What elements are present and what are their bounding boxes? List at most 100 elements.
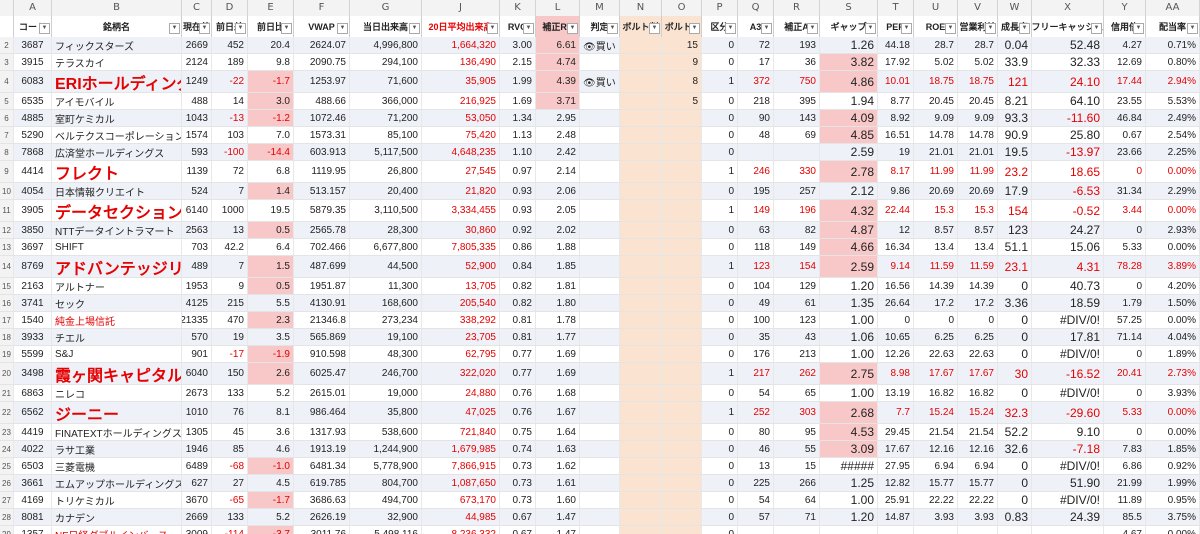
- cell-op[interactable]: 14.39: [958, 278, 998, 294]
- cell-pct[interactable]: 9.8: [248, 54, 294, 70]
- table-row[interactable]: 22 6562 ジーニー 1010 76 8.1 986.464 35,800 47,025 0.…: [0, 402, 1200, 424]
- table-row[interactable]: 12 3850 NTTデータイントラマート 2563 13 0.5 2565.78 28,30…: [0, 222, 1200, 239]
- cell-avg[interactable]: 136,490: [422, 54, 500, 70]
- cell-avg[interactable]: 673,170: [422, 492, 500, 508]
- cell-hosei[interactable]: 193: [774, 37, 820, 53]
- header-pct[interactable]: 前日比 ▼: [248, 16, 294, 37]
- cell-code[interactable]: 3498: [14, 363, 52, 384]
- cell-avg[interactable]: 7,866,915: [422, 458, 500, 474]
- cell-fcf[interactable]: 18.59: [1032, 295, 1104, 311]
- cell-per[interactable]: 8.17: [878, 161, 914, 182]
- cell-fcf[interactable]: -6.53: [1032, 183, 1104, 199]
- cell-diff[interactable]: 103: [212, 127, 248, 143]
- cell-code[interactable]: 3850: [14, 222, 52, 238]
- cell-vol[interactable]: 48,300: [350, 346, 422, 362]
- cell-growth[interactable]: 19.5: [998, 144, 1032, 160]
- column-letter-L[interactable]: L: [536, 0, 580, 16]
- cell-fcf[interactable]: #DIV/0!: [1032, 492, 1104, 508]
- filter-dropdown-icon[interactable]: ▼: [169, 23, 180, 34]
- cell-vol[interactable]: 5,778,900: [350, 458, 422, 474]
- cell-boltb[interactable]: [662, 256, 702, 277]
- cell-shin[interactable]: 0: [1104, 346, 1146, 362]
- cell-growth[interactable]: 23.2: [998, 161, 1032, 182]
- cell-op[interactable]: 20.45: [958, 93, 998, 109]
- cell-name[interactable]: FINATEXTホールディングス: [52, 424, 182, 440]
- cell-a3[interactable]: 54: [738, 492, 774, 508]
- cell-growth[interactable]: 0: [998, 385, 1032, 401]
- cell-rvo[interactable]: 0.84: [500, 256, 536, 277]
- cell-boltb[interactable]: [662, 346, 702, 362]
- cell-rvo[interactable]: 3.00: [500, 37, 536, 53]
- header-boltb[interactable]: ボルトB ▼: [662, 16, 702, 37]
- cell-boltb[interactable]: [662, 526, 702, 534]
- cell-vwap[interactable]: 1317.93: [294, 424, 350, 440]
- cell-name[interactable]: 室町ケミカル: [52, 110, 182, 126]
- cell-avg[interactable]: 322,020: [422, 363, 500, 384]
- cell-fcf[interactable]: [1032, 526, 1104, 534]
- cell-kubun[interactable]: 0: [702, 127, 738, 143]
- cell-avg[interactable]: 1,087,650: [422, 475, 500, 491]
- cell-op[interactable]: 9.09: [958, 110, 998, 126]
- cell-shin[interactable]: 7.83: [1104, 441, 1146, 457]
- cell-price[interactable]: 1139: [182, 161, 212, 182]
- cell-pct[interactable]: 5.2: [248, 509, 294, 525]
- cell-growth[interactable]: 3.36: [998, 295, 1032, 311]
- cell-price[interactable]: 1305: [182, 424, 212, 440]
- cell-vwap[interactable]: 5879.35: [294, 200, 350, 221]
- cell-div[interactable]: 0.00%: [1146, 402, 1200, 423]
- cell-avg[interactable]: 24,880: [422, 385, 500, 401]
- cell-vol[interactable]: 366,000: [350, 93, 422, 109]
- cell-op[interactable]: 21.01: [958, 144, 998, 160]
- cell-rv[interactable]: 1.77: [536, 329, 580, 345]
- cell-op[interactable]: 5.02: [958, 54, 998, 70]
- cell-growth[interactable]: 8.21: [998, 93, 1032, 109]
- cell-avg[interactable]: 52,900: [422, 256, 500, 277]
- cell-op[interactable]: 3.93: [958, 509, 998, 525]
- cell-avg[interactable]: 1,664,320: [422, 37, 500, 53]
- column-letter-J[interactable]: J: [422, 0, 500, 16]
- cell-price[interactable]: 4125: [182, 295, 212, 311]
- table-row[interactable]: 2 3687 フィックスターズ 2669 452 20.4 2624.07 4,996,800…: [0, 37, 1200, 54]
- cell-roe[interactable]: 20.45: [914, 93, 958, 109]
- cell-kubun[interactable]: 0: [702, 385, 738, 401]
- header-fcf[interactable]: フリーキャッシュ ▼: [1032, 16, 1104, 37]
- cell-name[interactable]: ニレコ: [52, 385, 182, 401]
- cell-judge[interactable]: [580, 127, 620, 143]
- cell-bolt[interactable]: [620, 71, 662, 92]
- cell-bolt[interactable]: [620, 239, 662, 255]
- cell-code[interactable]: 4419: [14, 424, 52, 440]
- cell-vwap[interactable]: 2626.19: [294, 509, 350, 525]
- cell-kubun[interactable]: 0: [702, 424, 738, 440]
- cell-hosei[interactable]: 36: [774, 54, 820, 70]
- cell-op[interactable]: 6.94: [958, 458, 998, 474]
- cell-shin[interactable]: 0: [1104, 161, 1146, 182]
- cell-price[interactable]: 6489: [182, 458, 212, 474]
- cell-a3[interactable]: [738, 144, 774, 160]
- cell-fcf[interactable]: #DIV/0!: [1032, 312, 1104, 328]
- cell-vwap[interactable]: 986.464: [294, 402, 350, 423]
- cell-div[interactable]: 2.49%: [1146, 110, 1200, 126]
- cell-pct[interactable]: 0.5: [248, 222, 294, 238]
- cell-kubun[interactable]: 0: [702, 526, 738, 534]
- cell-name[interactable]: アイモバイル: [52, 93, 182, 109]
- cell-div[interactable]: 1.99%: [1146, 475, 1200, 491]
- cell-pct[interactable]: 3.0: [248, 93, 294, 109]
- cell-kubun[interactable]: 0: [702, 346, 738, 362]
- cell-rvo[interactable]: 1.10: [500, 144, 536, 160]
- row-number[interactable]: 4: [0, 71, 14, 92]
- cell-diff[interactable]: 45: [212, 424, 248, 440]
- column-letter-U[interactable]: U: [914, 0, 958, 16]
- cell-judge[interactable]: [580, 278, 620, 294]
- cell-a3[interactable]: 252: [738, 402, 774, 423]
- cell-price[interactable]: 6140: [182, 200, 212, 221]
- cell-code[interactable]: 6535: [14, 93, 52, 109]
- header-vol[interactable]: 当日出来高 ▼: [350, 16, 422, 37]
- cell-boltb[interactable]: [662, 144, 702, 160]
- cell-gap[interactable]: 1.20: [820, 509, 878, 525]
- cell-gap[interactable]: 4.09: [820, 110, 878, 126]
- cell-rvo[interactable]: 1.13: [500, 127, 536, 143]
- cell-diff[interactable]: 9: [212, 278, 248, 294]
- cell-op[interactable]: 15.24: [958, 402, 998, 423]
- cell-a3[interactable]: 17: [738, 54, 774, 70]
- table-row[interactable]: 13 3697 SHIFT 703 42.2 6.4 702.466 6,677,800 7,8…: [0, 239, 1200, 256]
